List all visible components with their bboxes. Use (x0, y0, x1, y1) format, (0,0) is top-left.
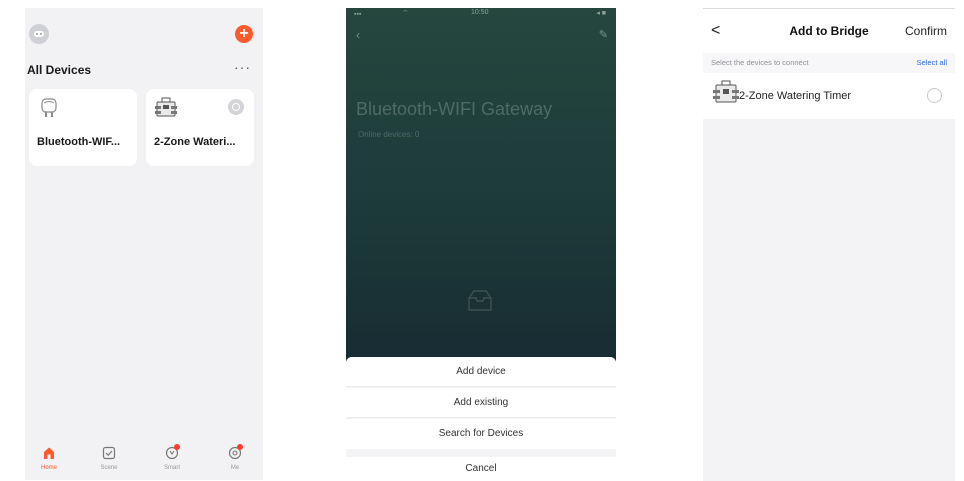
select-radio[interactable] (927, 88, 942, 103)
power-icon[interactable] (228, 99, 244, 115)
battery-icon: ◂ ■ (596, 10, 606, 17)
add-device-button[interactable]: + (235, 25, 253, 43)
home-screen: + All Devices ··· Bluetooth-WIF... 2-Zon… (25, 8, 263, 480)
gateway-icon (41, 98, 57, 117)
home-top-bar: + (25, 24, 263, 44)
tab-label: Me (230, 465, 240, 471)
more-options-icon[interactable]: ··· (234, 59, 251, 75)
scene-icon (102, 446, 116, 460)
watering-timer-icon (713, 80, 739, 103)
back-icon[interactable]: ‹ (356, 28, 360, 42)
status-bar: ▪▪▪ ⌔ 10:50 ◂ ■ (346, 9, 616, 19)
status-time: 10:50 (471, 9, 489, 16)
signal-icon: ▪▪▪ (354, 11, 362, 18)
selection-hint: Select the devices to connect (711, 58, 809, 67)
device-name: 2-Zone Wateri... (154, 136, 236, 148)
search-devices-option[interactable]: Search for Devices (346, 419, 616, 449)
home-icon (44, 447, 54, 459)
device-card-gateway[interactable]: Bluetooth-WIF... (29, 89, 137, 166)
tab-smart[interactable]: Smart (152, 444, 192, 471)
selection-bar: Select the devices to connect Select all (703, 53, 955, 73)
tab-me[interactable]: Me (215, 444, 255, 471)
device-name: 2-Zone Watering Timer (739, 90, 852, 102)
nav-header: < Add to Bridge Confirm (703, 8, 955, 53)
tab-label: Smart (163, 465, 180, 471)
stage: + All Devices ··· Bluetooth-WIF... 2-Zon… (0, 0, 964, 481)
device-row[interactable]: 2-Zone Watering Timer (703, 73, 955, 119)
add-device-option[interactable]: Add device (346, 357, 616, 387)
select-all-button[interactable]: Select all (917, 58, 947, 67)
notification-dot (237, 444, 243, 450)
device-card-watering-timer[interactable]: 2-Zone Wateri... (146, 89, 254, 166)
online-devices-count: Online devices: 0 (358, 130, 420, 139)
edit-icon[interactable]: ✎ (599, 28, 608, 41)
cancel-button[interactable]: Cancel (346, 457, 616, 481)
empty-inbox-icon (468, 290, 492, 311)
bottom-tab-bar: Home Scene Smart Me (25, 442, 263, 480)
gateway-screen: ▪▪▪ ⌔ 10:50 ◂ ■ ‹ ✎ Bluetooth-WIFI Gatew… (346, 8, 616, 481)
section-title-all-devices: All Devices (27, 63, 92, 77)
notification-dot (174, 444, 180, 450)
add-existing-option[interactable]: Add existing (346, 388, 616, 418)
gateway-title: Bluetooth-WIFI Gateway (356, 99, 553, 119)
confirm-button[interactable]: Confirm (905, 24, 947, 38)
tab-label: Scene (100, 465, 118, 471)
tab-scene[interactable]: Scene (89, 446, 129, 471)
wifi-icon: ⌔ (402, 10, 409, 17)
add-to-bridge-screen: < Add to Bridge Confirm Select the devic… (703, 8, 955, 481)
robot-icon (34, 31, 44, 37)
tab-home[interactable]: Home (29, 446, 69, 471)
device-name: Bluetooth-WIF... (37, 136, 121, 148)
watering-timer-icon (155, 97, 177, 117)
tab-label: Home (40, 465, 57, 471)
action-sheet: Add device Add existing Search for Devic… (346, 357, 616, 481)
avatar[interactable] (29, 24, 49, 44)
